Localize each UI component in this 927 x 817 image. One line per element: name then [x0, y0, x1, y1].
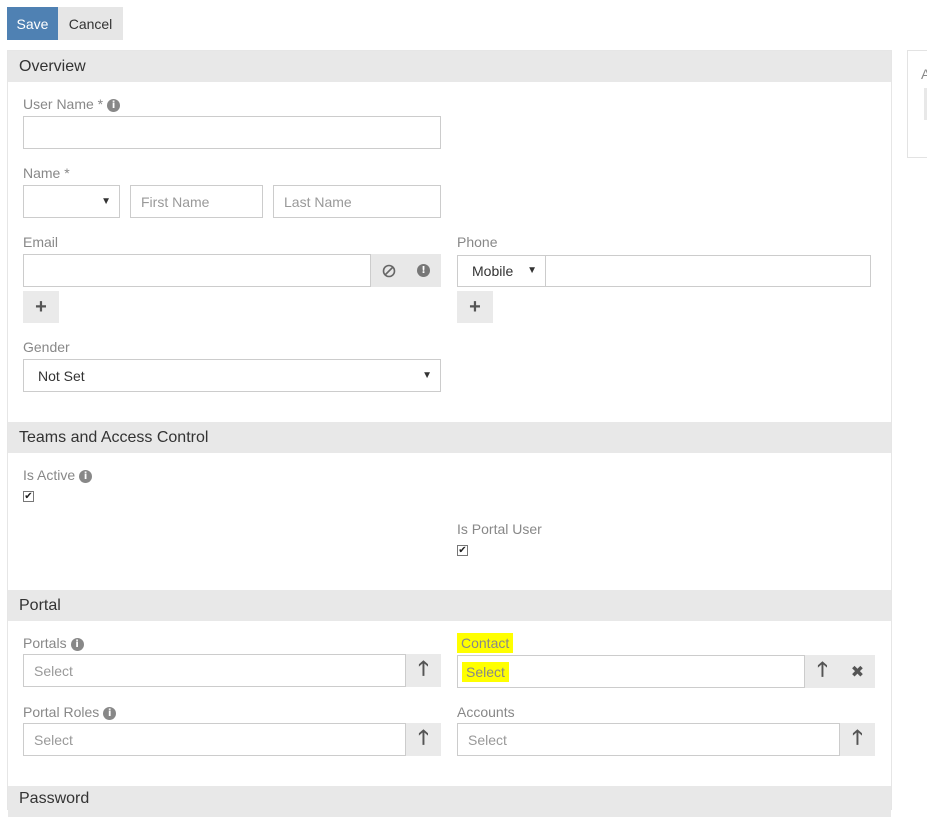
section-title: Overview: [19, 57, 86, 75]
accounts-select-button[interactable]: 🡑: [840, 723, 875, 756]
side-panel-label: A: [921, 66, 927, 82]
contact-placeholder: Select: [462, 661, 509, 682]
phone-type-value: Mobile: [472, 263, 514, 279]
section-header-teams: Teams and Access Control: [8, 422, 891, 453]
contact-label: Contact: [452, 633, 519, 655]
contact-label-text: Contact: [457, 633, 514, 653]
arrow-up-icon: 🡑: [817, 658, 828, 681]
caret-down-icon: ▼: [422, 369, 432, 381]
section-header-portal: Portal: [8, 590, 891, 621]
caret-down-icon: ▼: [101, 195, 111, 207]
contact-input[interactable]: Select: [457, 655, 805, 688]
info-icon[interactable]: i: [107, 99, 121, 112]
portals-label-text: Portals: [23, 635, 67, 651]
last-name-input[interactable]: Last Name: [273, 185, 441, 218]
info-icon[interactable]: i: [103, 707, 117, 720]
info-icon[interactable]: i: [79, 470, 93, 483]
phone-input[interactable]: [545, 255, 871, 287]
section-header-password: Password: [8, 786, 891, 817]
phone-label: Phone: [457, 234, 498, 250]
contact-select-button[interactable]: 🡑: [805, 655, 840, 688]
section-title: Teams and Access Control: [19, 428, 209, 446]
user-name-label-text: User Name *: [23, 96, 104, 112]
close-icon: ✖: [850, 663, 865, 681]
phone-type-select[interactable]: Mobile ▼: [457, 255, 546, 287]
caret-down-icon: ▼: [527, 264, 537, 276]
is-active-checkbox[interactable]: ✔: [23, 491, 34, 502]
name-label: Name *: [23, 165, 70, 181]
is-portal-user-label: Is Portal User: [457, 521, 542, 537]
email-label: Email: [23, 234, 59, 250]
portals-input[interactable]: Select: [23, 654, 406, 687]
plus-icon: +: [35, 295, 47, 318]
portal-roles-select-button[interactable]: 🡑: [406, 723, 441, 756]
first-name-input[interactable]: First Name: [130, 185, 263, 218]
save-button[interactable]: Save: [7, 7, 58, 40]
portals-select-button[interactable]: 🡑: [406, 654, 441, 687]
section-title: Password: [19, 790, 90, 807]
user-name-label: User Name * i: [23, 96, 121, 112]
cancel-button[interactable]: Cancel: [58, 7, 123, 40]
ban-icon[interactable]: [371, 254, 406, 287]
section-header-overview: Overview: [8, 51, 891, 82]
add-email-button[interactable]: +: [23, 291, 59, 323]
portal-roles-label-text: Portal Roles: [23, 704, 100, 720]
is-active-label-text: Is Active: [23, 467, 76, 483]
section-title: Portal: [19, 596, 61, 614]
arrow-up-icon: 🡑: [852, 726, 863, 749]
contact-clear-button[interactable]: ✖: [840, 655, 875, 688]
is-active-label: Is Active i: [23, 467, 93, 483]
gender-value: Not Set: [38, 367, 85, 384]
accounts-label: Accounts: [457, 704, 515, 720]
arrow-up-icon: 🡑: [418, 726, 429, 749]
email-input[interactable]: [23, 254, 371, 287]
user-name-input[interactable]: [23, 116, 441, 149]
email-info-icon[interactable]: !: [406, 254, 441, 287]
plus-icon: +: [469, 295, 481, 318]
accounts-input[interactable]: Select: [457, 723, 840, 756]
gender-label: Gender: [23, 339, 70, 355]
salutation-select[interactable]: ▼: [23, 185, 120, 218]
add-phone-button[interactable]: +: [457, 291, 493, 323]
portal-roles-label: Portal Roles i: [23, 704, 117, 720]
arrow-up-icon: 🡑: [418, 657, 429, 680]
portals-label: Portals i: [23, 635, 84, 651]
gender-select[interactable]: Not Set ▼: [23, 359, 441, 392]
info-icon[interactable]: i: [70, 638, 84, 651]
portal-roles-input[interactable]: Select: [23, 723, 406, 756]
is-portal-user-checkbox[interactable]: ✔: [457, 545, 468, 556]
